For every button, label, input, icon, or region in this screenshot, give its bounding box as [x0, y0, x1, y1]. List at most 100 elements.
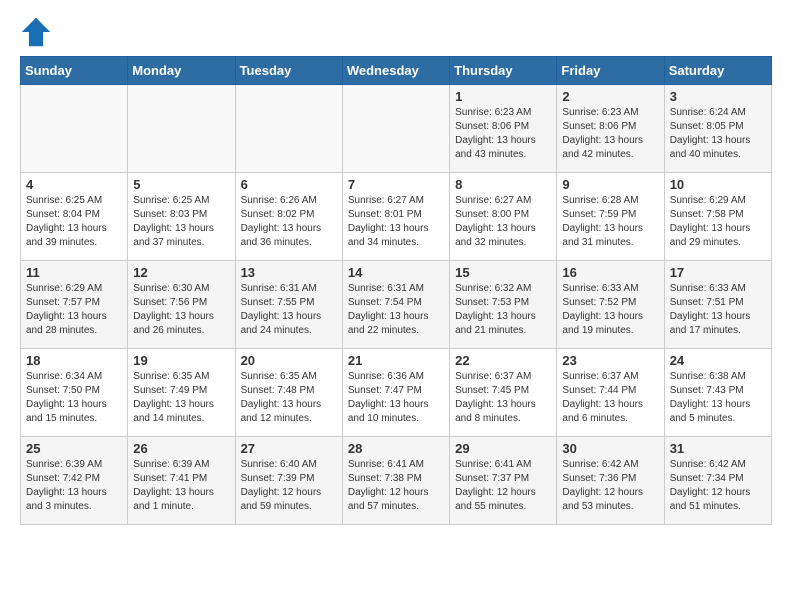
- day-info: Sunrise: 6:38 AM Sunset: 7:43 PM Dayligh…: [670, 370, 766, 426]
- day-info: Sunrise: 6:35 AM Sunset: 7:48 PM Dayligh…: [241, 370, 337, 426]
- calendar-cell: 27 Sunrise: 6:40 AM Sunset: 7:39 PM Dayli…: [235, 437, 342, 525]
- day-number: 8: [455, 177, 551, 192]
- calendar-cell: 26 Sunrise: 6:39 AM Sunset: 7:41 PM Dayli…: [128, 437, 235, 525]
- day-number: 16: [562, 265, 658, 280]
- calendar-cell: 20Sunrise: 6:35 AM Sunset: 7:48 PM Dayli…: [235, 349, 342, 437]
- calendar-cell: 23 Sunrise: 6:37 AM Sunset: 7:44 PM Dayli…: [557, 349, 664, 437]
- day-info: Sunrise: 6:29 AM Sunset: 7:58 PM Dayligh…: [670, 194, 766, 250]
- day-info: Sunrise: 6:33 AM Sunset: 7:52 PM Dayligh…: [562, 282, 658, 338]
- day-info: Sunrise: 6:29 AM Sunset: 7:57 PM Dayligh…: [26, 282, 122, 338]
- day-number: 23: [562, 353, 658, 368]
- day-number: 18: [26, 353, 122, 368]
- day-number: 11: [26, 265, 122, 280]
- day-number: 6: [241, 177, 337, 192]
- day-info: Sunrise: 6:32 AM Sunset: 7:53 PM Dayligh…: [455, 282, 551, 338]
- day-number: 29: [455, 441, 551, 456]
- day-number: 14: [348, 265, 444, 280]
- calendar-week-row: 11 Sunrise: 6:29 AM Sunset: 7:57 PM Dayli…: [21, 261, 772, 349]
- day-info: Sunrise: 6:31 AM Sunset: 7:54 PM Dayligh…: [348, 282, 444, 338]
- day-number: 2: [562, 89, 658, 104]
- day-of-week-header: Wednesday: [342, 57, 449, 85]
- calendar-cell: 29 Sunrise: 6:41 AM Sunset: 7:37 PM Dayli…: [450, 437, 557, 525]
- day-number: 25: [26, 441, 122, 456]
- calendar-cell: 17 Sunrise: 6:33 AM Sunset: 7:51 PM Dayli…: [664, 261, 771, 349]
- day-info: Sunrise: 6:23 AM Sunset: 8:06 PM Dayligh…: [562, 106, 658, 162]
- day-info: Sunrise: 6:36 AM Sunset: 7:47 PM Dayligh…: [348, 370, 444, 426]
- calendar-cell: 14 Sunrise: 6:31 AM Sunset: 7:54 PM Dayli…: [342, 261, 449, 349]
- day-info: Sunrise: 6:23 AM Sunset: 8:06 PM Dayligh…: [455, 106, 551, 162]
- calendar-cell: 24 Sunrise: 6:38 AM Sunset: 7:43 PM Dayli…: [664, 349, 771, 437]
- day-number: 3: [670, 89, 766, 104]
- calendar-cell: 2 Sunrise: 6:23 AM Sunset: 8:06 PM Daylig…: [557, 85, 664, 173]
- calendar-cell: 7 Sunrise: 6:27 AM Sunset: 8:01 PM Daylig…: [342, 173, 449, 261]
- day-info: Sunrise: 6:40 AM Sunset: 7:39 PM Dayligh…: [241, 458, 337, 514]
- day-number: 15: [455, 265, 551, 280]
- day-info: Sunrise: 6:31 AM Sunset: 7:55 PM Dayligh…: [241, 282, 337, 338]
- calendar-cell: 6 Sunrise: 6:26 AM Sunset: 8:02 PM Daylig…: [235, 173, 342, 261]
- calendar-cell: [342, 85, 449, 173]
- day-number: 5: [133, 177, 229, 192]
- calendar-cell: 16 Sunrise: 6:33 AM Sunset: 7:52 PM Dayli…: [557, 261, 664, 349]
- day-number: 12: [133, 265, 229, 280]
- calendar-header-row: SundayMondayTuesdayWednesdayThursdayFrid…: [21, 57, 772, 85]
- logo-icon: [20, 16, 52, 48]
- day-info: Sunrise: 6:27 AM Sunset: 8:00 PM Dayligh…: [455, 194, 551, 250]
- day-number: 26: [133, 441, 229, 456]
- day-number: 27: [241, 441, 337, 456]
- calendar-week-row: 25 Sunrise: 6:39 AM Sunset: 7:42 PM Dayli…: [21, 437, 772, 525]
- calendar-cell: 18 Sunrise: 6:34 AM Sunset: 7:50 PM Dayli…: [21, 349, 128, 437]
- day-number: 4: [26, 177, 122, 192]
- day-number: 30: [562, 441, 658, 456]
- day-info: Sunrise: 6:41 AM Sunset: 7:37 PM Dayligh…: [455, 458, 551, 514]
- day-info: Sunrise: 6:39 AM Sunset: 7:42 PM Dayligh…: [26, 458, 122, 514]
- day-info: Sunrise: 6:41 AM Sunset: 7:38 PM Dayligh…: [348, 458, 444, 514]
- calendar-cell: 12 Sunrise: 6:30 AM Sunset: 7:56 PM Dayli…: [128, 261, 235, 349]
- calendar-cell: 1 Sunrise: 6:23 AM Sunset: 8:06 PM Daylig…: [450, 85, 557, 173]
- day-number: 9: [562, 177, 658, 192]
- day-info: Sunrise: 6:30 AM Sunset: 7:56 PM Dayligh…: [133, 282, 229, 338]
- day-info: Sunrise: 6:25 AM Sunset: 8:03 PM Dayligh…: [133, 194, 229, 250]
- day-info: Sunrise: 6:42 AM Sunset: 7:34 PM Dayligh…: [670, 458, 766, 514]
- day-number: 24: [670, 353, 766, 368]
- day-info: Sunrise: 6:35 AM Sunset: 7:49 PM Dayligh…: [133, 370, 229, 426]
- calendar-cell: 15 Sunrise: 6:32 AM Sunset: 7:53 PM Dayli…: [450, 261, 557, 349]
- calendar-cell: 10 Sunrise: 6:29 AM Sunset: 7:58 PM Dayli…: [664, 173, 771, 261]
- calendar-table: SundayMondayTuesdayWednesdayThursdayFrid…: [20, 56, 772, 525]
- day-info: Sunrise: 6:42 AM Sunset: 7:36 PM Dayligh…: [562, 458, 658, 514]
- calendar-cell: [21, 85, 128, 173]
- day-number: 28: [348, 441, 444, 456]
- calendar-week-row: 4 Sunrise: 6:25 AM Sunset: 8:04 PM Daylig…: [21, 173, 772, 261]
- calendar-cell: 8 Sunrise: 6:27 AM Sunset: 8:00 PM Daylig…: [450, 173, 557, 261]
- calendar-week-row: 18 Sunrise: 6:34 AM Sunset: 7:50 PM Dayli…: [21, 349, 772, 437]
- day-info: Sunrise: 6:26 AM Sunset: 8:02 PM Dayligh…: [241, 194, 337, 250]
- calendar-cell: 28 Sunrise: 6:41 AM Sunset: 7:38 PM Dayli…: [342, 437, 449, 525]
- calendar-cell: 4 Sunrise: 6:25 AM Sunset: 8:04 PM Daylig…: [21, 173, 128, 261]
- day-number: 7: [348, 177, 444, 192]
- calendar-cell: [128, 85, 235, 173]
- day-number: 10: [670, 177, 766, 192]
- day-info: Sunrise: 6:34 AM Sunset: 7:50 PM Dayligh…: [26, 370, 122, 426]
- day-number: 1: [455, 89, 551, 104]
- calendar-cell: 22 Sunrise: 6:37 AM Sunset: 7:45 PM Dayli…: [450, 349, 557, 437]
- calendar-cell: 5 Sunrise: 6:25 AM Sunset: 8:03 PM Daylig…: [128, 173, 235, 261]
- day-info: Sunrise: 6:37 AM Sunset: 7:44 PM Dayligh…: [562, 370, 658, 426]
- day-of-week-header: Monday: [128, 57, 235, 85]
- calendar-cell: 3Sunrise: 6:24 AM Sunset: 8:05 PM Daylig…: [664, 85, 771, 173]
- day-number: 17: [670, 265, 766, 280]
- day-number: 22: [455, 353, 551, 368]
- day-of-week-header: Friday: [557, 57, 664, 85]
- calendar-cell: 9Sunrise: 6:28 AM Sunset: 7:59 PM Daylig…: [557, 173, 664, 261]
- calendar-cell: 19 Sunrise: 6:35 AM Sunset: 7:49 PM Dayli…: [128, 349, 235, 437]
- calendar-cell: 25 Sunrise: 6:39 AM Sunset: 7:42 PM Dayli…: [21, 437, 128, 525]
- logo: [20, 16, 56, 48]
- day-info: Sunrise: 6:25 AM Sunset: 8:04 PM Dayligh…: [26, 194, 122, 250]
- calendar-cell: 30 Sunrise: 6:42 AM Sunset: 7:36 PM Dayli…: [557, 437, 664, 525]
- day-info: Sunrise: 6:39 AM Sunset: 7:41 PM Dayligh…: [133, 458, 229, 514]
- day-info: Sunrise: 6:27 AM Sunset: 8:01 PM Dayligh…: [348, 194, 444, 250]
- calendar-cell: [235, 85, 342, 173]
- calendar-cell: 31Sunrise: 6:42 AM Sunset: 7:34 PM Dayli…: [664, 437, 771, 525]
- day-info: Sunrise: 6:33 AM Sunset: 7:51 PM Dayligh…: [670, 282, 766, 338]
- day-of-week-header: Sunday: [21, 57, 128, 85]
- day-info: Sunrise: 6:37 AM Sunset: 7:45 PM Dayligh…: [455, 370, 551, 426]
- day-number: 19: [133, 353, 229, 368]
